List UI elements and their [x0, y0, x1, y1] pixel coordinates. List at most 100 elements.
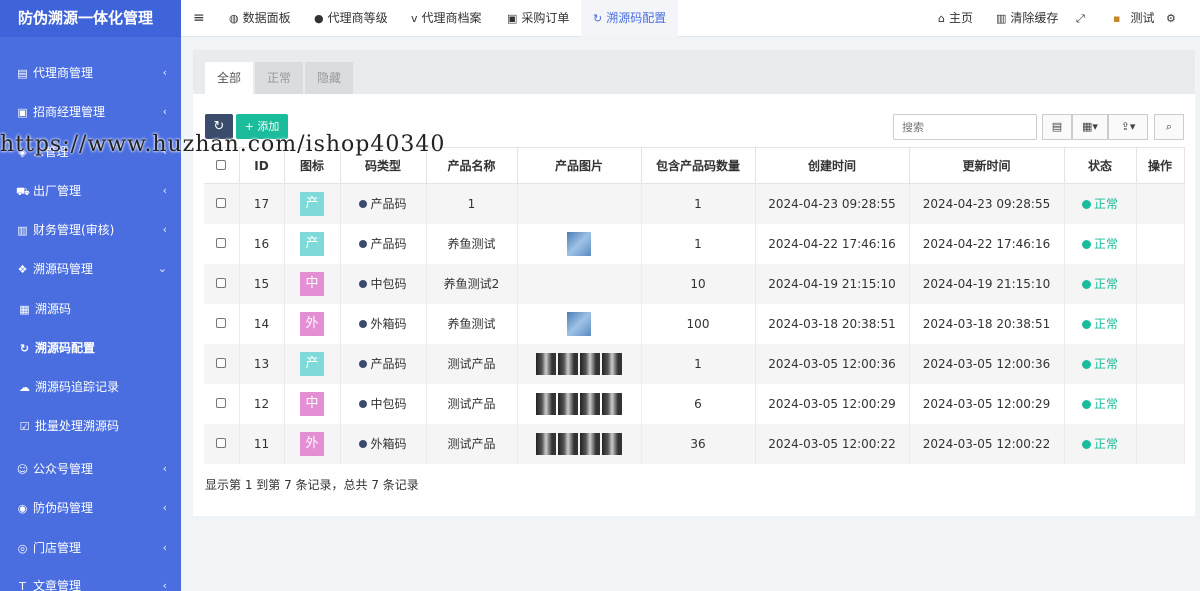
clear-cache-link[interactable]: ▥ 清除缓存 — [996, 0, 1058, 37]
product-thumbnail[interactable] — [536, 392, 556, 415]
sidebar-item-3[interactable]: ⛟ 出厂管理 ‹ — [0, 180, 181, 202]
select-all-checkbox[interactable] — [216, 159, 227, 170]
product-image-cell — [517, 383, 642, 424]
product-thumbnail[interactable] — [558, 352, 578, 375]
product-thumbnail[interactable] — [602, 352, 622, 375]
tab-label: 代理商档案 — [421, 11, 482, 25]
user-menu[interactable]: ▪ 测试 — [1113, 0, 1154, 37]
sidebar-item-label: 出厂管理 — [33, 184, 82, 198]
tab-agent-level[interactable]: ● 代理商等级 — [314, 0, 388, 37]
status-dot-icon — [1081, 280, 1091, 289]
sidebar-item-0[interactable]: ▤ 代理商管理 ‹ — [0, 62, 181, 84]
tab-all[interactable]: 全部 — [205, 62, 254, 94]
sidebar-item-4[interactable]: ▥ 财务管理(审核) ‹ — [0, 219, 181, 241]
code-config-table: ID 图标 码类型 产品名称 产品图片 包含产品码数量 创建时间 更新时间 状态 操作 17 产产品… — [204, 147, 1185, 464]
settings-icon[interactable]: ⚙ — [1166, 0, 1180, 37]
product-thumbnail[interactable] — [602, 392, 622, 415]
sidebar-item-6[interactable]: ▦ 溯源码 — [0, 298, 181, 320]
table-row[interactable]: 14 外外箱码 养鱼测试 100 2024-03-18 20:38:51 2024-03-… — [204, 303, 1185, 344]
store-icon: ◎ — [17, 542, 28, 555]
fullscreen-icon[interactable]: ⤢ — [1076, 0, 1089, 37]
columns-dropdown-icon[interactable]: ▦▾ — [1072, 114, 1108, 140]
chevron-icon: ‹ — [162, 184, 167, 197]
product-thumbnail[interactable] — [536, 432, 556, 455]
tab-purchase-order[interactable]: ▣ 采购订单 — [507, 0, 569, 37]
search-input[interactable] — [893, 114, 1037, 140]
table-row[interactable]: 11 外外箱码 测试产品 36 2024-03-05 12:00:22 2024-03-0… — [204, 423, 1185, 464]
v-icon: v — [411, 12, 418, 25]
table-row[interactable]: 17 产产品码 1 1 2024-04-23 09:28:55 2024-04-23 09… — [204, 183, 1185, 224]
row-checkbox-cell — [204, 383, 240, 424]
product-thumbnail[interactable] — [536, 352, 556, 375]
row-checkbox[interactable] — [216, 277, 227, 288]
row-checkbox[interactable] — [216, 317, 227, 328]
row-checkbox[interactable] — [216, 437, 227, 448]
created-time-cell: 2024-03-05 12:00:29 — [755, 383, 910, 424]
status-cell: 正常 — [1064, 183, 1137, 224]
product-thumbnail[interactable] — [558, 392, 578, 415]
sidebar-item-13[interactable]: T 文章管理 ‹ — [0, 575, 181, 591]
row-checkbox[interactable] — [216, 397, 227, 408]
tab-normal[interactable]: 正常 — [255, 62, 304, 94]
updated-time-cell: 2024-03-05 12:00:22 — [909, 423, 1065, 464]
icon-cell: 产 — [284, 183, 341, 224]
menu-toggle-icon[interactable]: ≡ — [193, 0, 205, 37]
operation-cell — [1136, 223, 1185, 264]
row-checkbox[interactable] — [216, 237, 227, 248]
product-image-cell — [517, 423, 642, 464]
code-type-label: 中包码 — [370, 277, 407, 291]
sidebar-item-10[interactable]: ☺ 公众号管理 ‹ — [0, 458, 181, 480]
id-cell: 14 — [239, 303, 285, 344]
sidebar-item-9[interactable]: ☑ 批量处理溯源码 — [0, 415, 181, 437]
tab-dashboard[interactable]: ◍ 数据面板 — [229, 0, 291, 37]
operation-cell — [1136, 303, 1185, 344]
product-thumbnail[interactable] — [602, 432, 622, 455]
sidebar-item-11[interactable]: ◉ 防伪码管理 ‹ — [0, 497, 181, 519]
sidebar-item-7[interactable]: ↻ 溯源码配置 — [0, 337, 181, 359]
status-dot-icon — [1081, 440, 1091, 449]
sidebar-item-label: 代理商管理 — [33, 66, 94, 80]
row-checkbox[interactable] — [216, 197, 227, 208]
tab-hidden[interactable]: 隐藏 — [305, 62, 354, 94]
toggle-view-icon[interactable]: ▤ — [1042, 114, 1072, 140]
sidebar-item-1[interactable]: ▣ 招商经理管理 ‹ — [0, 101, 181, 123]
created-time-cell: 2024-03-05 12:00:36 — [755, 343, 910, 384]
product-name-cell: 测试产品 — [426, 383, 518, 424]
row-checkbox-cell — [204, 303, 240, 344]
product-image-cell — [517, 223, 642, 264]
row-checkbox-cell — [204, 343, 240, 384]
sidebar-item-12[interactable]: ◎ 门店管理 ‹ — [0, 537, 181, 559]
status-label: 正常 — [1093, 277, 1118, 291]
code-type-cell: 中包码 — [340, 383, 427, 424]
chevron-icon: ⌄ — [157, 262, 167, 275]
icon-cell: 中 — [284, 263, 341, 304]
home-link[interactable]: ⌂ 主页 — [938, 0, 973, 37]
product-thumbnail[interactable] — [580, 432, 600, 455]
sidebar-item-label: 财务管理(审核) — [33, 223, 115, 237]
product-thumbnail[interactable] — [558, 432, 578, 455]
sidebar-item-8[interactable]: ☁ 溯源码追踪记录 — [0, 376, 181, 398]
export-dropdown-icon[interactable]: ⇪▾ — [1108, 114, 1148, 140]
sidebar-item-label: 防伪码管理 — [33, 501, 94, 515]
operation-cell — [1136, 423, 1185, 464]
tab-agent-archive[interactable]: v 代理商档案 — [411, 0, 482, 37]
operation-cell — [1136, 343, 1185, 384]
product-thumbnail[interactable] — [580, 392, 600, 415]
table-row[interactable]: 15 中中包码 养鱼测试2 10 2024-04-19 21:15:10 2024-04-… — [204, 263, 1185, 304]
tab-label: 代理商等级 — [327, 11, 388, 25]
product-thumbnail[interactable] — [580, 352, 600, 375]
refresh-icon: ↻ — [593, 12, 603, 25]
chevron-icon: ‹ — [162, 541, 167, 554]
product-thumbnail[interactable] — [567, 231, 591, 256]
search-icon[interactable]: ⌕ — [1154, 114, 1184, 140]
sidebar-item-5[interactable]: ❖ 溯源码管理 ⌄ — [0, 258, 181, 280]
table-row[interactable]: 13 产产品码 测试产品 1 2024-03-05 12:00:36 2024-03-05… — [204, 343, 1185, 384]
row-checkbox[interactable] — [216, 357, 227, 368]
table-row[interactable]: 16 产产品码 养鱼测试 1 2024-04-22 17:46:16 2024-04-22… — [204, 223, 1185, 264]
code-type-badge: 产 — [300, 351, 324, 376]
created-time-cell: 2024-04-22 17:46:16 — [755, 223, 910, 264]
product-thumbnail[interactable] — [567, 311, 591, 336]
table-row[interactable]: 12 中中包码 测试产品 6 2024-03-05 12:00:29 2024-03-05… — [204, 383, 1185, 424]
tab-code-config[interactable]: ↻ 溯源码配置 — [581, 0, 679, 37]
chevron-icon: ‹ — [162, 223, 167, 236]
